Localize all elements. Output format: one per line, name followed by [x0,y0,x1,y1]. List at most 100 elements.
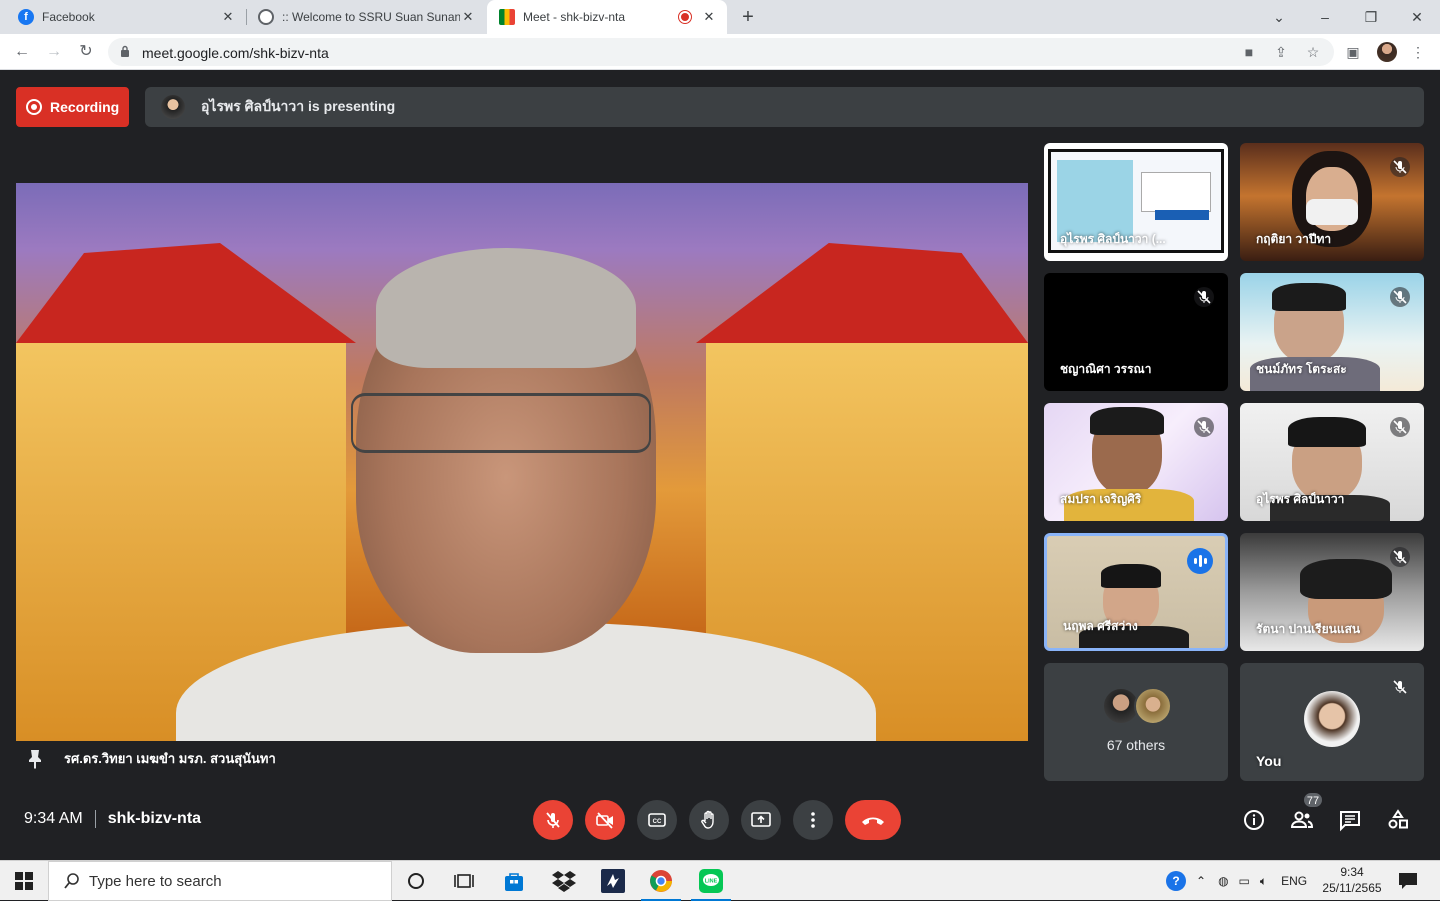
mic-off-icon [546,812,560,828]
participant-tile[interactable]: อุไรพร ศิลป์นาวา [1240,403,1424,521]
address-toolbar: ← → ↻ meet.google.com/shk-bizv-nta ■ ⇪ ☆… [0,34,1440,70]
captions-icon: CC [648,813,666,827]
dropbox-icon[interactable] [550,867,578,895]
help-icon[interactable]: ? [1166,871,1186,891]
tile-name: ชนม์ภัทร โตระสะ [1256,362,1347,376]
leave-call-button[interactable] [845,800,901,840]
camera-off-icon [596,812,613,829]
tile-name: รัตนา ปานเรียนแสน [1256,622,1361,636]
activities-button[interactable] [1385,807,1411,833]
main-video[interactable] [16,183,1028,741]
network-icon[interactable]: ▭ [1239,874,1250,888]
line-app-icon[interactable]: LINE [691,867,731,901]
participant-tile-active-speaker[interactable]: นฤพล ศรีสว่าง [1044,533,1228,651]
show-hidden-icons[interactable]: ⌃ [1196,874,1206,888]
close-window-button[interactable]: ✕ [1394,0,1440,34]
person-hair [376,248,636,368]
meeting-code: shk-bizv-nta [107,810,202,827]
new-tab-button[interactable]: + [738,6,758,28]
system-clock[interactable]: 9:34 25/11/2565 [1322,864,1382,896]
bookmark-star-icon[interactable]: ☆ [1305,44,1321,60]
more-menu-icon[interactable]: ⋮ [1410,44,1426,60]
pin-icon[interactable] [26,749,44,769]
tab-facebook[interactable]: f Facebook ✕ [0,0,246,34]
tab-title: :: Welcome to SSRU Suan Sunandha [282,10,460,24]
chrome-icon[interactable] [641,867,681,901]
chat-button[interactable] [1337,807,1363,833]
chat-icon [1340,811,1360,832]
raise-hand-button[interactable] [689,800,729,840]
side-panel-icon[interactable]: ▣ [1345,44,1361,60]
people-button[interactable] [1289,807,1315,833]
cortana-icon[interactable] [402,867,430,895]
volume-icon[interactable]: 🔈︎ [1260,874,1267,889]
self-tile[interactable]: You [1240,663,1424,781]
mic-off-icon [1390,157,1410,177]
clock-time: 9:34 [1340,865,1364,879]
recording-icon [26,99,42,115]
language-indicator[interactable]: ENG [1281,874,1307,888]
camera-icon[interactable]: ■ [1241,44,1257,60]
tab-meet[interactable]: Meet - shk-bizv-nta ✕ [487,0,727,34]
clock-date: 25/11/2565 [1322,881,1382,895]
forward-button[interactable]: → [42,40,66,64]
mic-off-icon [1194,417,1214,437]
close-tab-icon[interactable]: ✕ [460,9,476,25]
tab-ssru[interactable]: :: Welcome to SSRU Suan Sunandha ✕ [246,0,486,34]
more-options-button[interactable] [793,800,833,840]
tab-search-icon[interactable]: ⌄ [1256,0,1302,34]
app-launcher-icon[interactable] [599,867,627,895]
others-avatars [1102,687,1174,725]
restore-button[interactable]: ❐ [1348,0,1394,34]
meet-icon [499,9,515,25]
reload-button[interactable]: ↻ [74,40,98,64]
task-view-icon[interactable] [450,867,478,895]
recording-button[interactable]: Recording [16,87,129,127]
globe-icon [258,9,274,25]
microsoft-store-icon[interactable] [500,867,528,895]
participant-tile[interactable]: อุไรพร ศิลป์นาวา (... [1044,143,1228,261]
camera-toggle-button[interactable] [585,800,625,840]
meeting-details-button[interactable] [1241,807,1267,833]
participant-tile[interactable]: สมปรา เจริญศิริ [1044,403,1228,521]
address-bar[interactable]: meet.google.com/shk-bizv-nta ■ ⇪ ☆ [108,38,1334,66]
mic-off-icon [1194,287,1214,307]
activities-icon [1388,809,1408,829]
participant-count-badge: 77 [1303,792,1323,808]
close-tab-icon[interactable]: ✕ [220,9,236,25]
facebook-icon: f [18,9,34,25]
start-button[interactable] [0,861,48,901]
lock-icon [121,45,129,57]
microphone-toggle-button[interactable] [533,800,573,840]
svg-text:LINE: LINE [705,879,718,885]
more-vertical-icon [811,812,815,828]
meet-tray-icon[interactable]: ◍ [1218,874,1228,888]
tab-title: Facebook [42,10,95,24]
participant-tile[interactable]: รัตนา ปานเรียนแสน [1240,533,1424,651]
back-button[interactable]: ← [10,40,34,64]
taskbar-search-box[interactable]: Type here to search [48,861,392,901]
search-placeholder: Type here to search [89,872,222,890]
participant-tile[interactable]: ชญาณิศา วรรณา [1044,273,1228,391]
mic-off-icon [1390,417,1410,437]
url-text: meet.google.com/shk-bizv-nta [142,45,329,61]
others-tile[interactable]: 67 others [1044,663,1228,781]
presenting-banner[interactable]: อุไรพร ศิลป์นาวา is presenting [145,87,1424,127]
meet-stage: Recording อุไรพร ศิลป์นาวา is presenting… [0,70,1440,860]
notification-center-icon[interactable] [1394,867,1422,895]
share-icon[interactable]: ⇪ [1273,44,1289,60]
pinned-name: รศ.ดร.วิทยา เมฆขำ มรภ. สวนสุนันทา [64,751,276,766]
close-tab-icon[interactable]: ✕ [701,9,717,25]
profile-avatar[interactable] [1377,42,1397,62]
mic-off-icon [1390,287,1410,307]
glasses [351,393,651,453]
hand-icon [701,810,714,829]
svg-text:CC: CC [653,819,662,825]
participant-tile[interactable]: กฤติยา วาปีทา [1240,143,1424,261]
minimize-button[interactable]: – [1302,0,1348,34]
tab-title: Meet - shk-bizv-nta [523,10,626,24]
participant-tile[interactable]: ชนม์ภัทร โตระสะ [1240,273,1424,391]
captions-button[interactable]: CC [637,800,677,840]
presenter-avatar [161,95,185,119]
present-screen-button[interactable] [741,800,781,840]
